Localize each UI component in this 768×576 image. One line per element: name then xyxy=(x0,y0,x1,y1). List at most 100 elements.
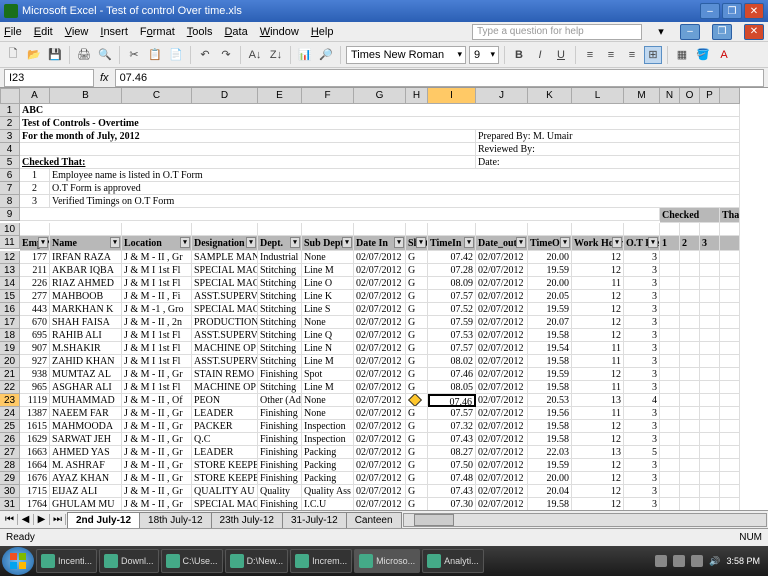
data-cell[interactable]: 12 xyxy=(572,472,624,485)
data-cell[interactable]: 02/07/2012 xyxy=(354,407,406,420)
chart-button[interactable]: 📊 xyxy=(296,46,314,64)
data-cell[interactable]: 02/07/2012 xyxy=(476,329,528,342)
data-cell[interactable]: SPECIAL MAC xyxy=(192,277,258,290)
data-cell[interactable]: MAHMOODA xyxy=(50,420,122,433)
data-cell[interactable]: 12 xyxy=(572,251,624,264)
cell[interactable] xyxy=(680,472,700,485)
cell[interactable] xyxy=(720,277,740,290)
data-cell[interactable]: 12 xyxy=(572,420,624,433)
data-cell[interactable]: J & M I 1st Fl xyxy=(122,329,192,342)
data-cell[interactable]: 02/07/2012 xyxy=(354,420,406,433)
col-header[interactable]: C xyxy=(122,88,192,104)
cell[interactable] xyxy=(700,498,720,510)
data-cell[interactable]: 07.57 xyxy=(428,342,476,355)
tray-icon[interactable] xyxy=(655,555,667,567)
data-cell[interactable]: Finishing xyxy=(258,433,302,446)
row-header[interactable]: 2 xyxy=(0,117,20,130)
data-cell[interactable]: 13 xyxy=(572,394,624,407)
tray-icon[interactable] xyxy=(691,555,703,567)
data-cell[interactable]: 3 xyxy=(624,290,660,303)
data-cell[interactable]: 07.46 xyxy=(428,368,476,381)
data-cell[interactable]: J & M - II , Of xyxy=(122,394,192,407)
data-cell[interactable]: MACHINE OP xyxy=(192,342,258,355)
column-header-cell[interactable]: Date In▾ xyxy=(354,236,406,251)
data-cell[interactable]: 08.02 xyxy=(428,355,476,368)
cell[interactable] xyxy=(20,208,660,221)
filter-dropdown[interactable]: ▾ xyxy=(38,237,48,248)
data-cell[interactable]: 02/07/2012 xyxy=(476,498,528,510)
data-cell[interactable]: G xyxy=(406,446,428,459)
taskbar-item[interactable]: Analyti... xyxy=(422,549,484,573)
row-header[interactable]: 30 xyxy=(0,485,20,498)
cell[interactable] xyxy=(660,485,680,498)
row-header[interactable]: 24 xyxy=(0,407,20,420)
cell[interactable] xyxy=(720,355,740,368)
data-cell[interactable]: 08.09 xyxy=(428,277,476,290)
cell[interactable] xyxy=(660,433,680,446)
filter-dropdown[interactable]: ▾ xyxy=(416,237,426,248)
taskbar-item[interactable]: Incenti... xyxy=(36,549,97,573)
data-cell[interactable]: 3 xyxy=(624,368,660,381)
cell[interactable] xyxy=(720,433,740,446)
cell[interactable] xyxy=(680,264,700,277)
data-cell[interactable]: 20.00 xyxy=(528,472,572,485)
data-cell[interactable]: None xyxy=(302,316,354,329)
align-left-button[interactable]: ≡ xyxy=(581,46,599,64)
data-cell[interactable]: G xyxy=(406,368,428,381)
data-cell[interactable]: 12 xyxy=(572,329,624,342)
data-cell[interactable]: 938 xyxy=(20,368,50,381)
data-cell[interactable]: IRFAN RAZA xyxy=(50,251,122,264)
cell[interactable] xyxy=(680,381,700,394)
cell[interactable] xyxy=(680,355,700,368)
row-header[interactable]: 12 xyxy=(0,251,20,264)
data-cell[interactable]: J & M I 1st Fl xyxy=(122,264,192,277)
data-cell[interactable]: 07.57 xyxy=(428,290,476,303)
data-cell[interactable]: SARWAT JEH xyxy=(50,433,122,446)
doc-restore-button[interactable]: ❐ xyxy=(712,24,732,40)
cell[interactable] xyxy=(700,394,720,407)
open-button[interactable]: 📂 xyxy=(25,46,43,64)
cell[interactable] xyxy=(700,316,720,329)
data-cell[interactable]: ASST.SUPERV xyxy=(192,329,258,342)
cell[interactable] xyxy=(700,485,720,498)
menu-window[interactable]: Window xyxy=(260,26,299,38)
taskbar-item[interactable]: Increm... xyxy=(290,549,352,573)
cell[interactable]: Date: xyxy=(476,156,740,169)
data-cell[interactable]: RIAZ AHMED xyxy=(50,277,122,290)
data-cell[interactable]: MUHAMMAD xyxy=(50,394,122,407)
data-cell[interactable]: 965 xyxy=(20,381,50,394)
data-cell[interactable]: 3 xyxy=(624,342,660,355)
data-cell[interactable]: 19.59 xyxy=(528,459,572,472)
data-cell[interactable]: 02/07/2012 xyxy=(476,446,528,459)
cell[interactable]: Checked xyxy=(660,208,720,223)
data-cell[interactable]: 12 xyxy=(572,264,624,277)
data-cell[interactable]: Industrial En xyxy=(258,251,302,264)
cell[interactable]: Prepared By: M. Umair xyxy=(476,130,740,143)
bold-button[interactable]: B xyxy=(510,46,528,64)
data-cell[interactable]: 1764 xyxy=(20,498,50,510)
data-cell[interactable]: Finishing xyxy=(258,472,302,485)
data-cell[interactable]: J & M - II , Gr xyxy=(122,368,192,381)
cell[interactable] xyxy=(680,498,700,510)
cell[interactable] xyxy=(700,368,720,381)
row-header[interactable]: 17 xyxy=(0,316,20,329)
font-color-button[interactable]: A xyxy=(715,46,733,64)
data-cell[interactable]: NAEEM FAR xyxy=(50,407,122,420)
data-cell[interactable]: 19.58 xyxy=(528,420,572,433)
col-header[interactable]: L xyxy=(572,88,624,104)
data-cell[interactable]: 02/07/2012 xyxy=(354,355,406,368)
data-cell[interactable]: J & M I 1st Fl xyxy=(122,381,192,394)
cell[interactable] xyxy=(428,223,476,236)
data-cell[interactable]: 3 xyxy=(624,277,660,290)
data-cell[interactable]: 12 xyxy=(572,303,624,316)
select-all-corner[interactable] xyxy=(0,88,20,104)
cell[interactable] xyxy=(572,223,624,236)
data-cell[interactable]: Stitching xyxy=(258,303,302,316)
data-cell[interactable]: 02/07/2012 xyxy=(476,381,528,394)
data-cell[interactable]: Line O xyxy=(302,277,354,290)
cell[interactable]: Employee name is listed in O.T Form xyxy=(50,169,740,182)
cell[interactable] xyxy=(700,290,720,303)
data-cell[interactable]: 02/07/2012 xyxy=(354,459,406,472)
cell[interactable]: Test of Controls - Overtime xyxy=(20,117,740,130)
cell[interactable] xyxy=(700,264,720,277)
